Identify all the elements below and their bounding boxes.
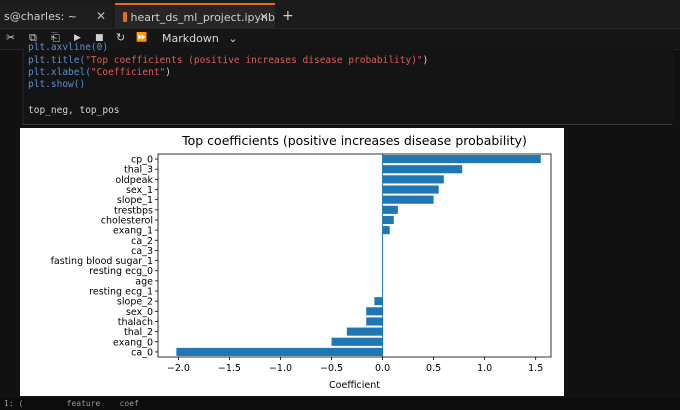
output-line: 1: ( feature coef — [4, 399, 139, 408]
code-token: plt.title( — [28, 55, 86, 66]
bar-chart: Top coefficients (positive increases dis… — [51, 133, 552, 391]
code-string: "Coefficient" — [90, 67, 166, 78]
code-token: ) — [422, 55, 429, 66]
chart-bar — [382, 205, 398, 214]
x-tick-label: −0.5 — [320, 363, 343, 374]
tab-notebook[interactable]: heart_ds_ml_project.ipynb ✕ — [115, 3, 275, 29]
chart-bar — [374, 297, 383, 306]
code-string: "Top coefficients (positive increases di… — [85, 55, 423, 66]
cell-divider — [22, 124, 672, 125]
code-line: plt.show() — [28, 79, 86, 90]
cut-icon[interactable]: ✂ — [6, 31, 15, 44]
chart-bar — [382, 226, 390, 235]
y-tick-label: ca_0 — [131, 347, 153, 358]
tab-notebook-label: heart_ds_ml_project.ipynb — [130, 10, 275, 24]
chart-bar — [366, 307, 383, 316]
chevron-down-icon: ⌄ — [228, 32, 238, 45]
chart-bar — [331, 337, 383, 346]
output-figure: Top coefficients (positive increases dis… — [20, 128, 564, 396]
x-tick-label: 0.0 — [375, 363, 390, 374]
close-icon[interactable]: ✕ — [96, 9, 106, 23]
close-icon[interactable]: ✕ — [259, 10, 269, 24]
x-axis-label: Coefficient — [329, 380, 380, 391]
tab-bar: s@charles: ~ ✕ heart_ds_ml_project.ipynb… — [0, 0, 680, 29]
x-tick-label: 0.5 — [426, 363, 441, 374]
new-tab-button[interactable]: + — [282, 8, 294, 24]
cell-type-value: Markdown — [162, 32, 219, 45]
tab-terminal-label: s@charles: ~ — [4, 9, 77, 23]
chart-bar — [382, 155, 541, 164]
cell-type-select[interactable]: Markdown ⌄ — [162, 32, 238, 45]
restart-icon[interactable]: ↻ — [116, 31, 125, 44]
chart-bar — [346, 327, 383, 336]
chart-bar — [382, 215, 394, 225]
next-output-text: 1: ( feature coef — [0, 398, 680, 410]
x-tick-label: −1.0 — [269, 363, 292, 374]
code-token: ) — [165, 67, 172, 78]
plot-frame — [157, 153, 552, 358]
chart-bar — [382, 185, 439, 194]
x-tick-label: 1.5 — [528, 363, 543, 374]
x-tick-label: 1.0 — [477, 363, 492, 374]
x-tick-label: −2.0 — [167, 363, 190, 374]
chart-bar — [176, 347, 383, 356]
chart-title: Top coefficients (positive increases dis… — [181, 133, 527, 148]
x-tick-label: −1.5 — [218, 363, 241, 374]
code-line: top_neg, top_pos — [28, 105, 120, 116]
chart-bar — [366, 317, 383, 326]
code-line: plt.xlabel("Coefficient") — [28, 67, 171, 79]
code-line: plt.title("Top coefficients (positive in… — [28, 55, 428, 67]
chart-bar — [382, 165, 463, 174]
code-line: plt.axvline(0) — [28, 42, 109, 53]
chart-bar — [382, 195, 434, 204]
chart-bar — [382, 175, 444, 184]
code-cell[interactable]: plt.axvline(0) plt.title("Top coefficien… — [22, 42, 674, 124]
fast-forward-icon[interactable]: ⏩ — [136, 33, 147, 43]
tab-terminal[interactable]: s@charles: ~ ✕ — [0, 5, 112, 27]
code-token: plt.xlabel( — [28, 67, 91, 78]
